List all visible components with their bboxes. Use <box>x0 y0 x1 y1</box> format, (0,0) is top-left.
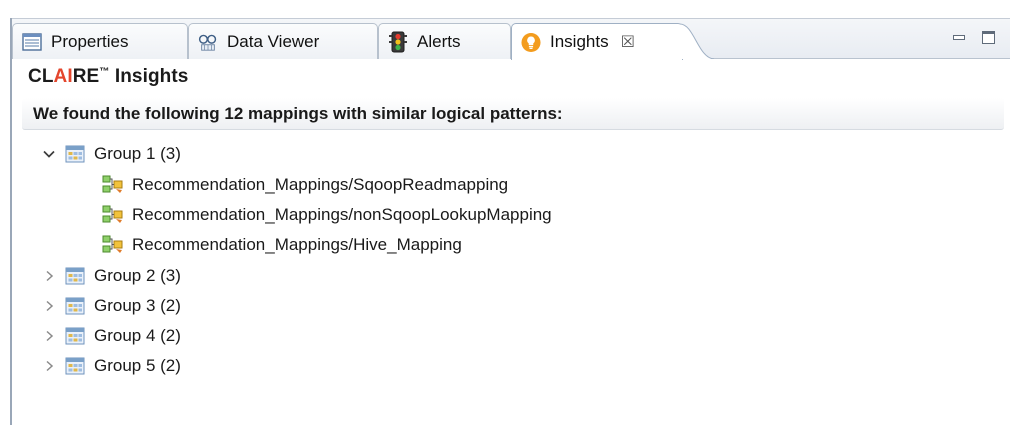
tab-label: Data Viewer <box>227 31 320 51</box>
tree-group-label: Group 1 (3) <box>94 144 181 163</box>
view-tab-bar: Properties Data Viewer Alerts Insights ☒ <box>12 19 1010 60</box>
tree-mapping-item[interactable]: Recommendation_Mappings/SqoopReadmapping <box>102 171 508 199</box>
tab-properties[interactable]: Properties <box>12 23 188 59</box>
tree-group-label: Group 2 (3) <box>94 266 181 285</box>
mapping-label: Recommendation_Mappings/SqoopReadmapping <box>132 175 509 194</box>
close-tab-icon[interactable]: ☒ <box>621 32 635 52</box>
alerts-icon <box>388 31 408 52</box>
mapping-icon <box>102 175 124 195</box>
tree-group-5[interactable]: Group 5 (2) <box>42 352 181 380</box>
brand-text-insights: Insights <box>109 66 189 87</box>
tab-insights[interactable]: Insights ☒ <box>511 23 683 60</box>
brand-text-cl: CL <box>28 66 54 87</box>
tree-group-3[interactable]: Group 3 (2) <box>42 292 181 320</box>
tab-label: Alerts <box>417 31 461 51</box>
brand-text-ai: AI <box>53 66 73 87</box>
trademark-symbol: ™ <box>99 66 110 78</box>
mapping-label: Recommendation_Mappings/Hive_Mapping <box>132 235 462 254</box>
results-summary-text: We found the following 12 mappings with … <box>33 103 563 123</box>
tree-mapping-item[interactable]: Recommendation_Mappings/nonSqoopLookupMa… <box>102 201 552 229</box>
group-icon <box>65 267 85 285</box>
chevron-right-icon[interactable] <box>42 299 56 313</box>
insights-panel: CLAIRE™ Insights We found the following … <box>12 60 1010 425</box>
tab-curve-decoration <box>680 23 715 59</box>
mapping-icon <box>102 235 124 255</box>
minimize-icon <box>953 34 965 40</box>
chevron-right-icon[interactable] <box>42 329 56 343</box>
mapping-label: Recommendation_Mappings/nonSqoopLookupMa… <box>132 205 552 224</box>
group-icon <box>65 145 85 163</box>
tree-group-label: Group 3 (2) <box>94 296 181 315</box>
maximize-icon <box>981 30 995 44</box>
properties-icon <box>22 32 42 52</box>
insights-window: Properties Data Viewer Alerts Insights ☒… <box>0 0 1010 425</box>
group-icon <box>65 327 85 345</box>
chevron-right-icon[interactable] <box>42 359 56 373</box>
data-viewer-icon <box>198 32 218 52</box>
tree-group-label: Group 4 (2) <box>94 326 181 345</box>
tab-alerts[interactable]: Alerts <box>378 23 511 59</box>
group-icon <box>65 357 85 375</box>
tree-group-2[interactable]: Group 2 (3) <box>42 262 181 290</box>
chevron-down-icon[interactable] <box>42 147 56 161</box>
insights-icon <box>521 32 541 52</box>
panel-title: CLAIRE™ Insights <box>28 66 188 88</box>
tab-data-viewer[interactable]: Data Viewer <box>188 23 378 59</box>
tree-mapping-item[interactable]: Recommendation_Mappings/Hive_Mapping <box>102 231 462 259</box>
tree-group-1[interactable]: Group 1 (3) <box>42 140 181 168</box>
results-banner: We found the following 12 mappings with … <box>22 98 1004 130</box>
maximize-button[interactable] <box>978 27 998 47</box>
tab-label: Insights <box>550 32 609 51</box>
brand-text-re: RE <box>72 66 100 87</box>
group-icon <box>65 297 85 315</box>
tree-group-4[interactable]: Group 4 (2) <box>42 322 181 350</box>
tab-label: Properties <box>51 31 129 51</box>
minimize-button[interactable] <box>949 27 969 47</box>
mapping-icon <box>102 205 124 225</box>
tree-group-label: Group 5 (2) <box>94 356 181 375</box>
chevron-right-icon[interactable] <box>42 269 56 283</box>
